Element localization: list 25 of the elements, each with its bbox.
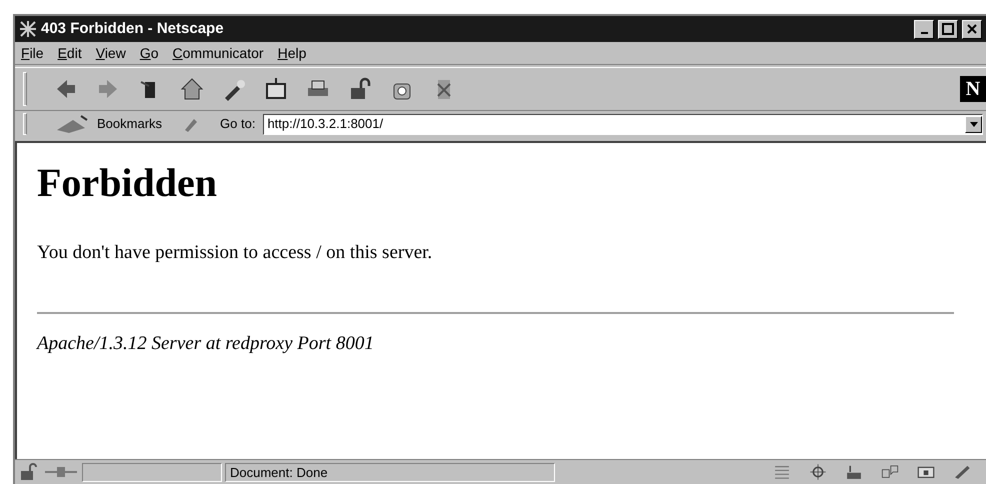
window-title: 403 Forbidden - Netscape: [41, 18, 224, 39]
go-to-label: Go to:: [220, 115, 256, 134]
url-field[interactable]: http://10.3.2.1:8001/: [263, 114, 983, 134]
menu-item[interactable]: Help: [278, 42, 306, 64]
error-message: You don't have permission to access / on this server.: [37, 241, 434, 265]
menu-item[interactable]: Edit: [58, 42, 82, 64]
menu-item[interactable]: View: [96, 42, 126, 64]
menu-item[interactable]: File: [21, 42, 44, 64]
home-icon[interactable]: [179, 76, 205, 102]
close-icon: [966, 23, 978, 35]
app-logo-icon: [19, 20, 37, 38]
close-button[interactable]: [962, 20, 982, 38]
minimize-button[interactable]: [914, 20, 934, 38]
status-text: Document: Done: [225, 462, 555, 482]
security-lock-icon[interactable]: [18, 463, 40, 481]
server-signature: Apache/1.3.12 Server at redproxy Port 8001: [37, 332, 375, 356]
menu-item[interactable]: Go: [140, 42, 159, 64]
bookmarks-label[interactable]: Bookmarks: [97, 114, 162, 134]
maximize-button[interactable]: [938, 20, 958, 38]
page-heading: Forbidden: [37, 163, 218, 203]
dropdown-arrow-icon[interactable]: [970, 122, 978, 126]
menu-item[interactable]: Communicator: [172, 42, 264, 64]
netscape-logo[interactable]: N: [960, 76, 986, 102]
maximize-icon: [942, 23, 954, 35]
minimize-icon: [920, 32, 928, 34]
